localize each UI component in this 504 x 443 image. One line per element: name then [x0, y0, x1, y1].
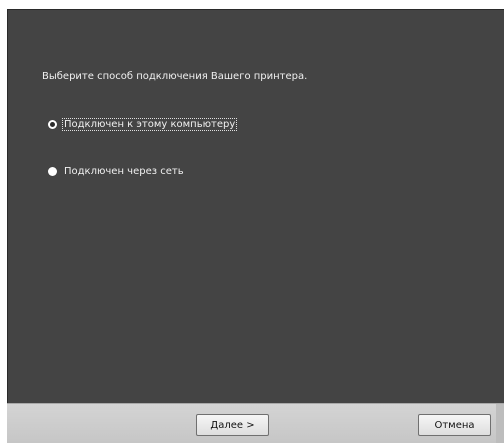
button-bar: Далее > Отмена — [7, 403, 504, 443]
radio-selected-icon[interactable] — [48, 120, 57, 129]
content-panel: Выберите способ подключения Вашего принт… — [7, 9, 504, 403]
setup-dialog-window: Выберите способ подключения Вашего принт… — [0, 0, 504, 443]
window-edge — [496, 404, 504, 443]
radio-option-network[interactable]: Подключен через сеть — [48, 166, 185, 177]
next-button[interactable]: Далее > — [196, 414, 269, 436]
radio-label-network[interactable]: Подключен через сеть — [63, 166, 185, 177]
radio-unselected-icon[interactable] — [48, 167, 57, 176]
connection-prompt: Выберите способ подключения Вашего принт… — [42, 71, 308, 82]
cancel-button[interactable]: Отмена — [418, 414, 491, 436]
radio-option-local-computer[interactable]: Подключен к этому компьютеру — [48, 118, 238, 131]
radio-label-local-computer[interactable]: Подключен к этому компьютеру — [61, 118, 238, 131]
